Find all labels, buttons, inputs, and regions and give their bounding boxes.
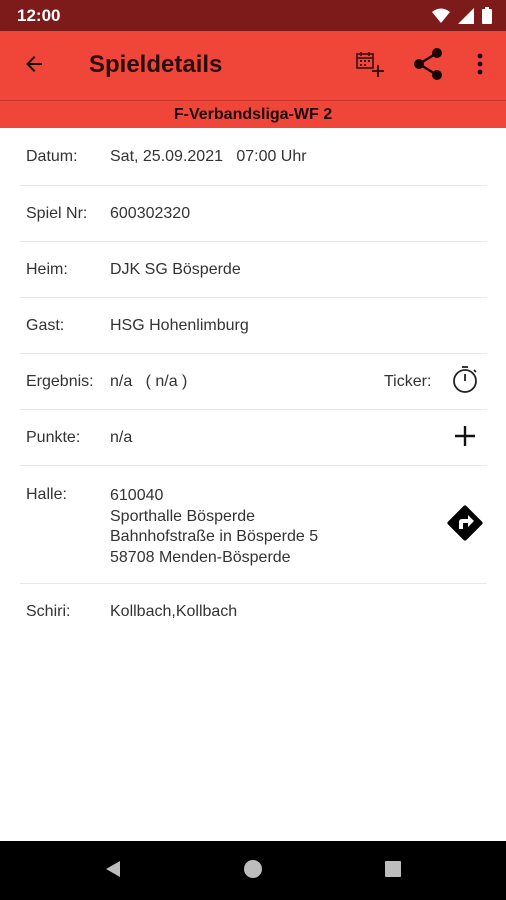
nav-recents-button[interactable] — [377, 855, 409, 887]
ergebnis-label: Ergebnis: — [26, 373, 94, 390]
wifi-icon — [432, 8, 450, 29]
page-title: Spieldetails — [89, 51, 223, 78]
calendar-add-icon — [355, 50, 385, 83]
datum-value: Sat, 25.09.2021 07:00 Uhr — [110, 148, 307, 165]
datum-label: Datum: — [26, 148, 78, 165]
app-bar: Spieldetails — [0, 31, 506, 100]
ticker-button[interactable] — [448, 365, 482, 400]
detail-row-ergebnis: Ergebnis: n/a ( n/a ) Ticker: — [20, 354, 487, 410]
detail-row-punkte: Punkte: n/a — [20, 410, 487, 466]
halle-address: 610040 Sporthalle Bösperde Bahnhofstraße… — [110, 486, 318, 568]
detail-row-heim: Heim: DJK SG Bösperde — [20, 242, 487, 298]
detail-row-gast: Gast: HSG Hohenlimburg — [20, 298, 487, 354]
add-punkte-button[interactable] — [450, 422, 480, 454]
punkte-value: n/a — [110, 429, 133, 446]
halle-number: 610040 — [110, 487, 164, 504]
schiri-value: Kollbach,Kollbach — [110, 603, 238, 620]
gast-label: Gast: — [26, 317, 65, 334]
ergebnis-value: n/a ( n/a ) — [110, 373, 188, 390]
triangle-back-icon — [103, 859, 123, 884]
share-button[interactable] — [407, 46, 449, 86]
more-vert-icon — [477, 53, 483, 80]
league-name: F-Verbandsliga-WF 2 — [173, 106, 333, 123]
system-nav-bar — [0, 841, 506, 900]
ticker-label: Ticker: — [384, 373, 432, 390]
square-recents-icon — [384, 860, 402, 883]
detail-row-spiel-nr: Spiel Nr: 600302320 — [20, 186, 487, 242]
arrow-back-icon — [22, 52, 46, 81]
signal-icon — [458, 7, 474, 29]
plus-icon — [454, 425, 476, 452]
detail-row-schiri: Schiri: Kollbach,Kollbach — [20, 584, 487, 640]
schiri-label: Schiri: — [26, 603, 71, 620]
heim-value: DJK SG Bösperde — [110, 261, 241, 278]
detail-row-halle: Halle: 610040 Sporthalle Bösperde Bahnho… — [20, 466, 487, 584]
status-bar: 12:00 — [0, 0, 506, 31]
nav-home-button[interactable] — [237, 855, 269, 887]
status-icons — [432, 7, 492, 29]
gast-value: HSG Hohenlimburg — [110, 317, 249, 334]
circle-home-icon — [243, 859, 263, 884]
stopwatch-icon — [450, 365, 480, 400]
halle-city: 58708 Menden-Bösperde — [110, 548, 291, 566]
punkte-label: Punkte: — [26, 429, 81, 446]
halle-label: Halle: — [26, 486, 67, 503]
halle-street: Bahnhofstraße in Bösperde 5 — [110, 528, 319, 545]
back-button[interactable] — [14, 47, 54, 85]
detail-row-datum: Datum: Sat, 25.09.2021 07:00 Uhr — [20, 130, 487, 186]
spiel-nr-label: Spiel Nr: — [26, 205, 88, 222]
status-time: 12:00 — [17, 6, 61, 25]
battery-icon — [482, 7, 492, 29]
heim-label: Heim: — [26, 261, 68, 278]
spiel-nr-value: 600302320 — [110, 205, 191, 222]
halle-name: Sporthalle Bösperde — [110, 507, 255, 525]
share-icon — [412, 47, 444, 86]
directions-icon — [446, 504, 484, 547]
league-header: F-Verbandsliga-WF 2 — [0, 100, 506, 128]
more-options-button[interactable] — [466, 46, 494, 86]
nav-back-button[interactable] — [97, 855, 129, 887]
add-to-calendar-button[interactable] — [350, 46, 390, 86]
directions-button[interactable] — [444, 504, 486, 546]
